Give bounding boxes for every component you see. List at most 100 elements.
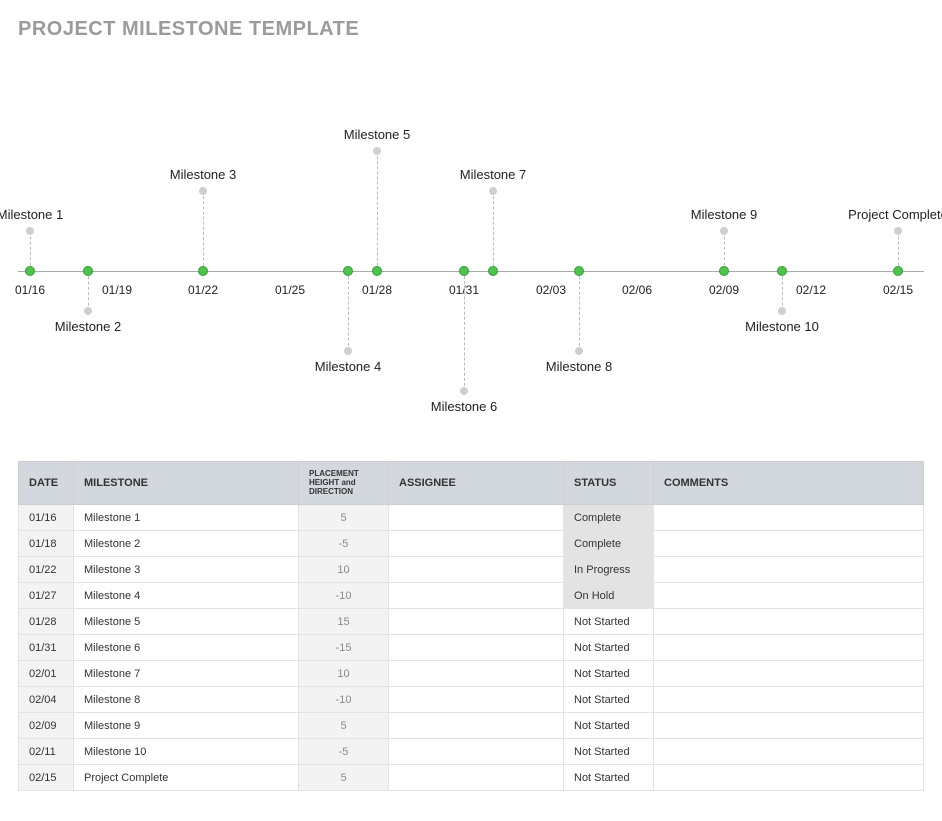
milestone-stem <box>203 191 204 271</box>
cell-milestone: Project Complete <box>74 765 299 791</box>
cell-status: Not Started <box>564 661 654 687</box>
col-date: DATE <box>19 462 74 505</box>
cell-comments <box>654 531 924 557</box>
cell-date: 02/15 <box>19 765 74 791</box>
cell-milestone: Milestone 8 <box>74 687 299 713</box>
milestone-end-dot-icon <box>373 147 381 155</box>
table-row: 01/18Milestone 2-5Complete <box>19 531 924 557</box>
table-row: 02/11Milestone 10-5 Not Started <box>19 739 924 765</box>
cell-date: 01/27 <box>19 583 74 609</box>
milestone-stem <box>782 271 783 311</box>
col-placement: PLACEMENT HEIGHT and DIRECTION <box>299 462 389 505</box>
milestone-dot-icon <box>459 266 469 276</box>
cell-placement: 10 <box>299 661 389 687</box>
milestone-dot-icon <box>719 266 729 276</box>
cell-status: On Hold <box>564 583 654 609</box>
col-milestone: MILESTONE <box>74 462 299 505</box>
axis-tick: 02/12 <box>796 283 826 297</box>
cell-placement: 10 <box>299 557 389 583</box>
cell-date: 01/31 <box>19 635 74 661</box>
cell-milestone: Milestone 1 <box>74 505 299 531</box>
table-header-row: DATE MILESTONE PLACEMENT HEIGHT and DIRE… <box>19 462 924 505</box>
cell-placement: 5 <box>299 713 389 739</box>
milestone-dot-icon <box>198 266 208 276</box>
table-row: 01/28Milestone 515Not Started <box>19 609 924 635</box>
milestone-label: Milestone 8 <box>546 359 612 374</box>
cell-status: Not Started <box>564 635 654 661</box>
cell-date: 02/09 <box>19 713 74 739</box>
milestone-label: Milestone 9 <box>691 207 757 222</box>
milestone-label: Project Complete <box>848 207 942 222</box>
cell-assignee <box>389 583 564 609</box>
cell-date: 02/11 <box>19 739 74 765</box>
table-row: 01/31Milestone 6-15Not Started <box>19 635 924 661</box>
cell-comments <box>654 713 924 739</box>
cell-milestone: Milestone 10 <box>74 739 299 765</box>
axis-tick: 01/19 <box>102 283 132 297</box>
cell-milestone: Milestone 2 <box>74 531 299 557</box>
milestone-dot-icon <box>777 266 787 276</box>
cell-placement: -5 <box>299 531 389 557</box>
milestone-end-dot-icon <box>575 347 583 355</box>
cell-comments <box>654 609 924 635</box>
milestone-label: Milestone 10 <box>745 319 819 334</box>
cell-date: 02/04 <box>19 687 74 713</box>
cell-date: 02/01 <box>19 661 74 687</box>
milestone-stem <box>30 231 31 271</box>
milestone-end-dot-icon <box>199 187 207 195</box>
milestone-stem <box>88 271 89 311</box>
milestone-stem <box>377 151 378 271</box>
cell-comments <box>654 739 924 765</box>
cell-status: Complete <box>564 505 654 531</box>
cell-milestone: Milestone 4 <box>74 583 299 609</box>
milestone-dot-icon <box>574 266 584 276</box>
cell-comments <box>654 583 924 609</box>
cell-milestone: Milestone 9 <box>74 713 299 739</box>
axis-tick: 01/28 <box>362 283 392 297</box>
cell-assignee <box>389 531 564 557</box>
cell-placement: -5 <box>299 739 389 765</box>
milestone-label: Milestone 1 <box>0 207 63 222</box>
cell-comments <box>654 505 924 531</box>
cell-assignee <box>389 635 564 661</box>
milestone-stem <box>724 231 725 271</box>
cell-comments <box>654 635 924 661</box>
cell-assignee <box>389 661 564 687</box>
cell-status: Not Started <box>564 687 654 713</box>
milestone-stem <box>348 271 349 351</box>
axis-tick: 02/03 <box>536 283 566 297</box>
timeline-chart: 01/1601/1901/2201/2501/2801/3102/0302/06… <box>18 51 924 431</box>
cell-status: Not Started <box>564 713 654 739</box>
col-comments: COMMENTS <box>654 462 924 505</box>
cell-date: 01/16 <box>19 505 74 531</box>
milestone-label: Milestone 3 <box>170 167 236 182</box>
milestone-end-dot-icon <box>460 387 468 395</box>
cell-assignee <box>389 609 564 635</box>
milestone-stem <box>898 231 899 271</box>
milestone-label: Milestone 4 <box>315 359 381 374</box>
cell-placement: -15 <box>299 635 389 661</box>
cell-comments <box>654 687 924 713</box>
cell-placement: 5 <box>299 765 389 791</box>
col-assignee: ASSIGNEE <box>389 462 564 505</box>
cell-status: Not Started <box>564 739 654 765</box>
table-row: 01/16Milestone 15Complete <box>19 505 924 531</box>
cell-milestone: Milestone 5 <box>74 609 299 635</box>
col-status: STATUS <box>564 462 654 505</box>
milestone-end-dot-icon <box>26 227 34 235</box>
cell-status: Not Started <box>564 765 654 791</box>
cell-assignee <box>389 557 564 583</box>
timeline-axis <box>18 271 924 272</box>
axis-tick: 01/16 <box>15 283 45 297</box>
cell-milestone: Milestone 7 <box>74 661 299 687</box>
table-row: 02/09Milestone 95 Not Started <box>19 713 924 739</box>
table-row: 02/15Project Complete5 Not Started <box>19 765 924 791</box>
axis-tick: 01/22 <box>188 283 218 297</box>
table-row: 02/04Milestone 8-10Not Started <box>19 687 924 713</box>
cell-milestone: Milestone 3 <box>74 557 299 583</box>
cell-assignee <box>389 713 564 739</box>
milestone-label: Milestone 7 <box>460 167 526 182</box>
milestone-dot-icon <box>83 266 93 276</box>
milestone-label: Milestone 5 <box>344 127 410 142</box>
milestone-table: DATE MILESTONE PLACEMENT HEIGHT and DIRE… <box>18 461 924 791</box>
